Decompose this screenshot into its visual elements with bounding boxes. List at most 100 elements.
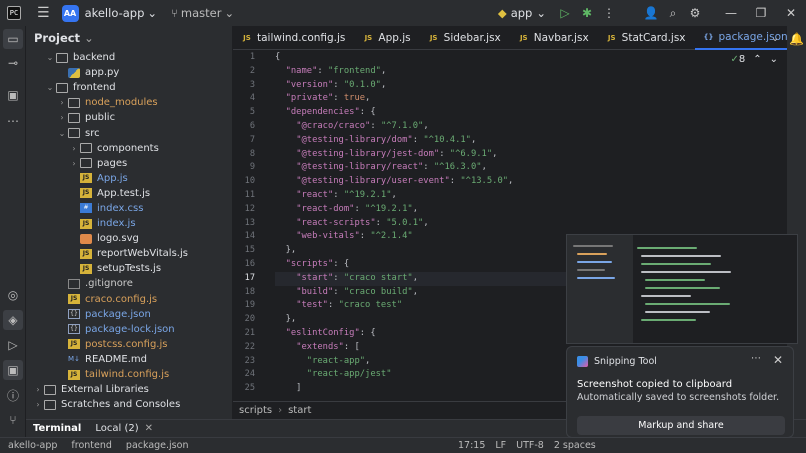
tree-item-label: tailwind.config.js bbox=[85, 369, 170, 381]
tree-item[interactable]: ⌄ backend bbox=[26, 50, 232, 65]
close-icon[interactable]: ✕ bbox=[145, 423, 153, 434]
tree-item[interactable]: JS index.js bbox=[26, 216, 232, 231]
tree-item[interactable]: logo.svg bbox=[26, 231, 232, 246]
code-line[interactable]: "react": "^19.2.1", bbox=[275, 189, 795, 203]
cursor-position[interactable]: 17:15 bbox=[458, 440, 485, 451]
tree-item[interactable]: JS tailwind.config.js bbox=[26, 367, 232, 382]
tree-item[interactable]: ⌄ frontend bbox=[26, 80, 232, 95]
editor-tab[interactable]: JS tailwind.config.js bbox=[233, 26, 354, 50]
editor-tab[interactable]: JS App.js bbox=[354, 26, 419, 50]
tree-item[interactable]: ⌄ src bbox=[26, 125, 232, 140]
run-config-selector[interactable]: ◆ app ⌄ bbox=[498, 6, 546, 20]
code-area[interactable]: { "name": "frontend", "version": "0.1.0"… bbox=[275, 51, 795, 396]
tree-item[interactable]: JS App.js bbox=[26, 171, 232, 186]
commit-icon[interactable]: ⊸ bbox=[3, 53, 23, 73]
code-line[interactable]: "@testing-library/react": "^16.3.0", bbox=[275, 161, 795, 175]
file-encoding[interactable]: UTF-8 bbox=[516, 440, 544, 451]
chevron-right-icon[interactable]: › bbox=[68, 159, 80, 168]
tree-item[interactable]: › Scratches and Consoles bbox=[26, 397, 232, 412]
tree-item[interactable]: # index.css bbox=[26, 201, 232, 216]
close-icon[interactable]: ✕ bbox=[773, 353, 783, 367]
tree-item[interactable]: JS postcss.config.js bbox=[26, 337, 232, 352]
plugins-icon[interactable]: ◎ bbox=[3, 285, 23, 305]
code-line[interactable]: "dependencies": { bbox=[275, 106, 795, 120]
tree-item[interactable]: › pages bbox=[26, 156, 232, 171]
markup-and-share-button[interactable]: Markup and share bbox=[577, 416, 785, 435]
tree-item[interactable]: › public bbox=[26, 110, 232, 125]
line-separator[interactable]: LF bbox=[495, 440, 506, 451]
tree-item[interactable]: JS setupTests.js bbox=[26, 261, 232, 276]
chevron-down-icon[interactable]: ⌄ bbox=[771, 32, 780, 44]
chevron-right-icon[interactable]: › bbox=[56, 113, 68, 122]
chevron-right-icon[interactable]: › bbox=[32, 385, 44, 394]
structure-icon[interactable]: ▣ bbox=[3, 85, 23, 105]
code-line[interactable]: "react-scripts": "5.0.1", bbox=[275, 217, 795, 231]
maximize-icon[interactable]: ❐ bbox=[746, 6, 776, 20]
line-number: 6 bbox=[249, 120, 255, 131]
tree-item[interactable]: › components bbox=[26, 141, 232, 156]
add-user-icon[interactable]: 👤 bbox=[640, 6, 662, 20]
code-line[interactable]: "@testing-library/dom": "^10.4.1", bbox=[275, 134, 795, 148]
minimize-icon[interactable]: — bbox=[716, 6, 746, 20]
tree-item[interactable]: › node_modules bbox=[26, 95, 232, 110]
main-menu-icon[interactable]: ☰ bbox=[37, 5, 50, 21]
editor-tab[interactable]: JS Sidebar.jsx bbox=[420, 26, 510, 50]
run-icon[interactable]: ▷ bbox=[554, 6, 576, 20]
status-path-item[interactable]: frontend bbox=[71, 440, 112, 451]
chevron-right-icon[interactable]: › bbox=[32, 400, 44, 409]
code-line[interactable]: "@testing-library/jest-dom": "^6.9.1", bbox=[275, 148, 795, 162]
tab-terminal[interactable]: Terminal bbox=[33, 423, 81, 434]
indent-setting[interactable]: 2 spaces bbox=[554, 440, 596, 451]
git-icon[interactable]: ⑂ bbox=[3, 410, 23, 430]
tree-item[interactable]: M↓ README.md bbox=[26, 352, 232, 367]
code-line[interactable]: "@craco/craco": "^7.1.0", bbox=[275, 120, 795, 134]
js-file-icon: JS bbox=[80, 173, 92, 184]
project-switcher[interactable]: akello-app ⌄ bbox=[85, 6, 157, 20]
terminal-tool-icon[interactable]: ▣ bbox=[3, 360, 23, 380]
more-options-icon[interactable]: ⋯ bbox=[751, 353, 761, 364]
problems-icon[interactable]: ⓘ bbox=[3, 385, 23, 405]
code-line[interactable]: "react-dom": "^19.2.1", bbox=[275, 203, 795, 217]
status-path-item[interactable]: akello-app bbox=[8, 440, 57, 451]
tree-item[interactable]: JS craco.config.js bbox=[26, 292, 232, 307]
tree-item-label: backend bbox=[73, 52, 116, 64]
chevron-right-icon[interactable]: › bbox=[68, 144, 80, 153]
search-icon[interactable]: ⌕ bbox=[662, 6, 684, 21]
layers-icon[interactable]: ◈ bbox=[3, 310, 23, 330]
status-path[interactable]: akello-app frontend package.json bbox=[0, 440, 188, 451]
run-tool-icon[interactable]: ▷ bbox=[3, 335, 23, 355]
tree-item[interactable]: JS reportWebVitals.js bbox=[26, 246, 232, 261]
gear-icon[interactable]: ⚙ bbox=[684, 6, 706, 20]
notifications-icon[interactable]: 🔔 bbox=[788, 29, 805, 49]
tree-item[interactable]: JS App.test.js bbox=[26, 186, 232, 201]
breadcrumb-item[interactable]: start bbox=[288, 405, 311, 416]
chevron-down-icon[interactable]: ⌄ bbox=[44, 53, 56, 62]
chevron-down-icon[interactable]: ⌄ bbox=[44, 83, 56, 92]
more-actions-icon[interactable]: ⋮ bbox=[598, 6, 620, 20]
project-tool-icon[interactable]: ▭ bbox=[3, 29, 23, 49]
tree-item[interactable]: {} package-lock.json bbox=[26, 322, 232, 337]
code-line[interactable]: "private": true, bbox=[275, 92, 795, 106]
breadcrumb-item[interactable]: scripts bbox=[239, 405, 272, 416]
tab-local[interactable]: Local (2) bbox=[95, 423, 138, 434]
chevron-down-icon[interactable]: ⌄ bbox=[56, 129, 68, 138]
branch-switcher[interactable]: ⑂ master ⌄ bbox=[171, 6, 234, 20]
tree-item-label: node_modules bbox=[85, 97, 158, 109]
close-icon[interactable]: ✕ bbox=[776, 6, 806, 20]
more-tools-icon[interactable]: ⋯ bbox=[3, 111, 23, 131]
tree-item[interactable]: .gitignore bbox=[26, 276, 232, 291]
code-line[interactable]: { bbox=[275, 51, 795, 65]
code-line[interactable]: "@testing-library/user-event": "^13.5.0"… bbox=[275, 175, 795, 189]
tree-item[interactable]: app.py bbox=[26, 65, 232, 80]
tree-item[interactable]: › External Libraries bbox=[26, 382, 232, 397]
debug-icon[interactable]: ✱ bbox=[576, 6, 598, 20]
chevron-right-icon[interactable]: › bbox=[56, 98, 68, 107]
screenshot-thumbnail[interactable] bbox=[566, 234, 798, 344]
project-panel-header[interactable]: Project ⌄ bbox=[26, 26, 232, 50]
editor-tab[interactable]: JS StatCard.jsx bbox=[598, 26, 695, 50]
status-path-item[interactable]: package.json bbox=[126, 440, 189, 451]
code-line[interactable]: "name": "frontend", bbox=[275, 65, 795, 79]
editor-tab[interactable]: JS Navbar.jsx bbox=[510, 26, 598, 50]
tree-item[interactable]: {} package.json bbox=[26, 307, 232, 322]
code-line[interactable]: "version": "0.1.0", bbox=[275, 79, 795, 93]
